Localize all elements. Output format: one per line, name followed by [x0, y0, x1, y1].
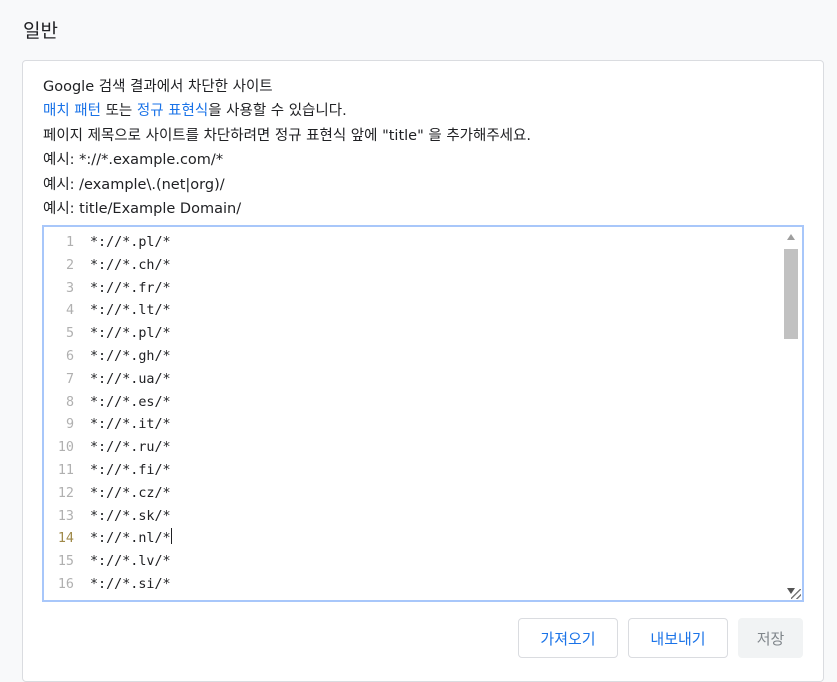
line-number: 3 [65, 280, 74, 296]
line-text[interactable]: *://*.ch/* [90, 255, 171, 278]
line-number: 5 [65, 326, 74, 342]
line-number: 12 [57, 485, 74, 501]
line-number: 10 [57, 440, 74, 456]
editor-line[interactable]: 15 *://*.lv/* [44, 551, 778, 574]
export-button[interactable]: 내보내기 [628, 618, 728, 658]
or-text: 또는 [100, 103, 137, 120]
description-heading: Google 검색 결과에서 차단한 사이트 [43, 79, 273, 95]
editor-line[interactable]: 14 *://*.nl/* [44, 528, 778, 551]
text-cursor [170, 528, 172, 545]
description-syntax-line: 매치 패턴 또는 정규 표현식을 사용할 수 있습니다. [43, 99, 531, 123]
line-text[interactable]: *://*.fr/* [90, 278, 171, 301]
editor-line[interactable]: 9 *://*.it/* [44, 414, 778, 437]
editor-line[interactable]: 6 *://*.gh/* [44, 346, 778, 369]
editor-line[interactable]: 8 *://*.es/* [44, 392, 778, 415]
editor-line[interactable]: 1 *://*.pl/* [44, 232, 778, 255]
save-button[interactable]: 저장 [738, 618, 803, 658]
editor-line[interactable]: 4 *://*.lt/* [44, 300, 778, 323]
editor-line[interactable]: 3 *://*.fr/* [44, 278, 778, 301]
scroll-thumb[interactable] [784, 249, 798, 339]
example-3: 예시: title/Example Domain/ [43, 201, 242, 218]
line-number: 4 [65, 303, 74, 319]
line-text[interactable]: *://*.lv/* [90, 551, 171, 574]
line-text[interactable]: *://*.gh/* [90, 346, 171, 369]
editor-line[interactable]: 11 *://*.fi/* [44, 460, 778, 483]
resize-grip-icon[interactable] [791, 589, 801, 599]
example-1: 예시: *://*.example.com/* [43, 152, 224, 169]
editor-lines[interactable]: 1 *://*.pl/* 2 *://*.ch/* 3 *://*.fr/* 4 *://*.… [44, 232, 778, 597]
line-number: 9 [65, 417, 74, 433]
line-text[interactable]: *://*.nl/* [90, 528, 171, 551]
line-number: 11 [57, 462, 74, 478]
section-title: 일반 [23, 20, 58, 42]
line-number: 14 [57, 531, 74, 547]
line-number: 8 [65, 394, 74, 410]
line-number: 15 [57, 554, 74, 570]
editor-line[interactable]: 16 *://*.si/* [44, 574, 778, 597]
line-text[interactable]: *://*.pl/* [90, 232, 171, 255]
line-number: 16 [57, 576, 74, 592]
line-number: 1 [65, 235, 74, 250]
regex-link[interactable]: 정규 표현식 [137, 103, 208, 119]
line-text[interactable]: *://*.sk/* [90, 506, 171, 529]
example-2: 예시: /example\.(net|org)/ [43, 176, 225, 193]
line-text[interactable]: *://*.pl/* [90, 323, 171, 346]
import-button[interactable]: 가져오기 [518, 618, 618, 658]
scroll-up-arrow-icon[interactable] [787, 234, 795, 240]
editor-line[interactable]: 7 *://*.ua/* [44, 369, 778, 392]
line-number: 7 [65, 371, 74, 387]
line-text[interactable]: *://*.ua/* [90, 369, 171, 392]
editor-line[interactable]: 12 *://*.cz/* [44, 483, 778, 506]
line-number: 2 [65, 257, 74, 273]
editor-line[interactable]: 10 *://*.ru/* [44, 437, 778, 460]
blocked-sites-card: Google 검색 결과에서 차단한 사이트 매치 패턴 또는 정규 표현식을 … [22, 60, 824, 682]
usable-text: 을 사용할 수 있습니다. [208, 103, 347, 120]
description: Google 검색 결과에서 차단한 사이트 매치 패턴 또는 정규 표현식을 … [43, 75, 531, 221]
line-text[interactable]: *://*.it/* [90, 414, 171, 437]
line-text[interactable]: *://*.es/* [90, 392, 171, 415]
line-text[interactable]: *://*.lt/* [90, 300, 171, 323]
match-patterns-link[interactable]: 매치 패턴 [43, 103, 101, 119]
line-number: 13 [57, 508, 74, 524]
editor-line[interactable]: 13 *://*.sk/* [44, 506, 778, 529]
title-hint: 페이지 제목으로 사이트를 차단하려면 정규 표현식 앞에 "title" 을 … [43, 127, 531, 144]
editor-scrollbar[interactable] [780, 227, 802, 600]
line-number: 6 [65, 348, 74, 364]
editor-line[interactable]: 5 *://*.pl/* [44, 323, 778, 346]
blocklist-editor[interactable]: 1 *://*.pl/* 2 *://*.ch/* 3 *://*.fr/* 4 *://*.… [42, 225, 804, 602]
line-text[interactable]: *://*.cz/* [90, 483, 171, 506]
line-text[interactable]: *://*.si/* [90, 574, 171, 597]
line-text[interactable]: *://*.ru/* [90, 437, 171, 460]
line-text[interactable]: *://*.fi/* [90, 460, 171, 483]
editor-line[interactable]: 2 *://*.ch/* [44, 255, 778, 278]
